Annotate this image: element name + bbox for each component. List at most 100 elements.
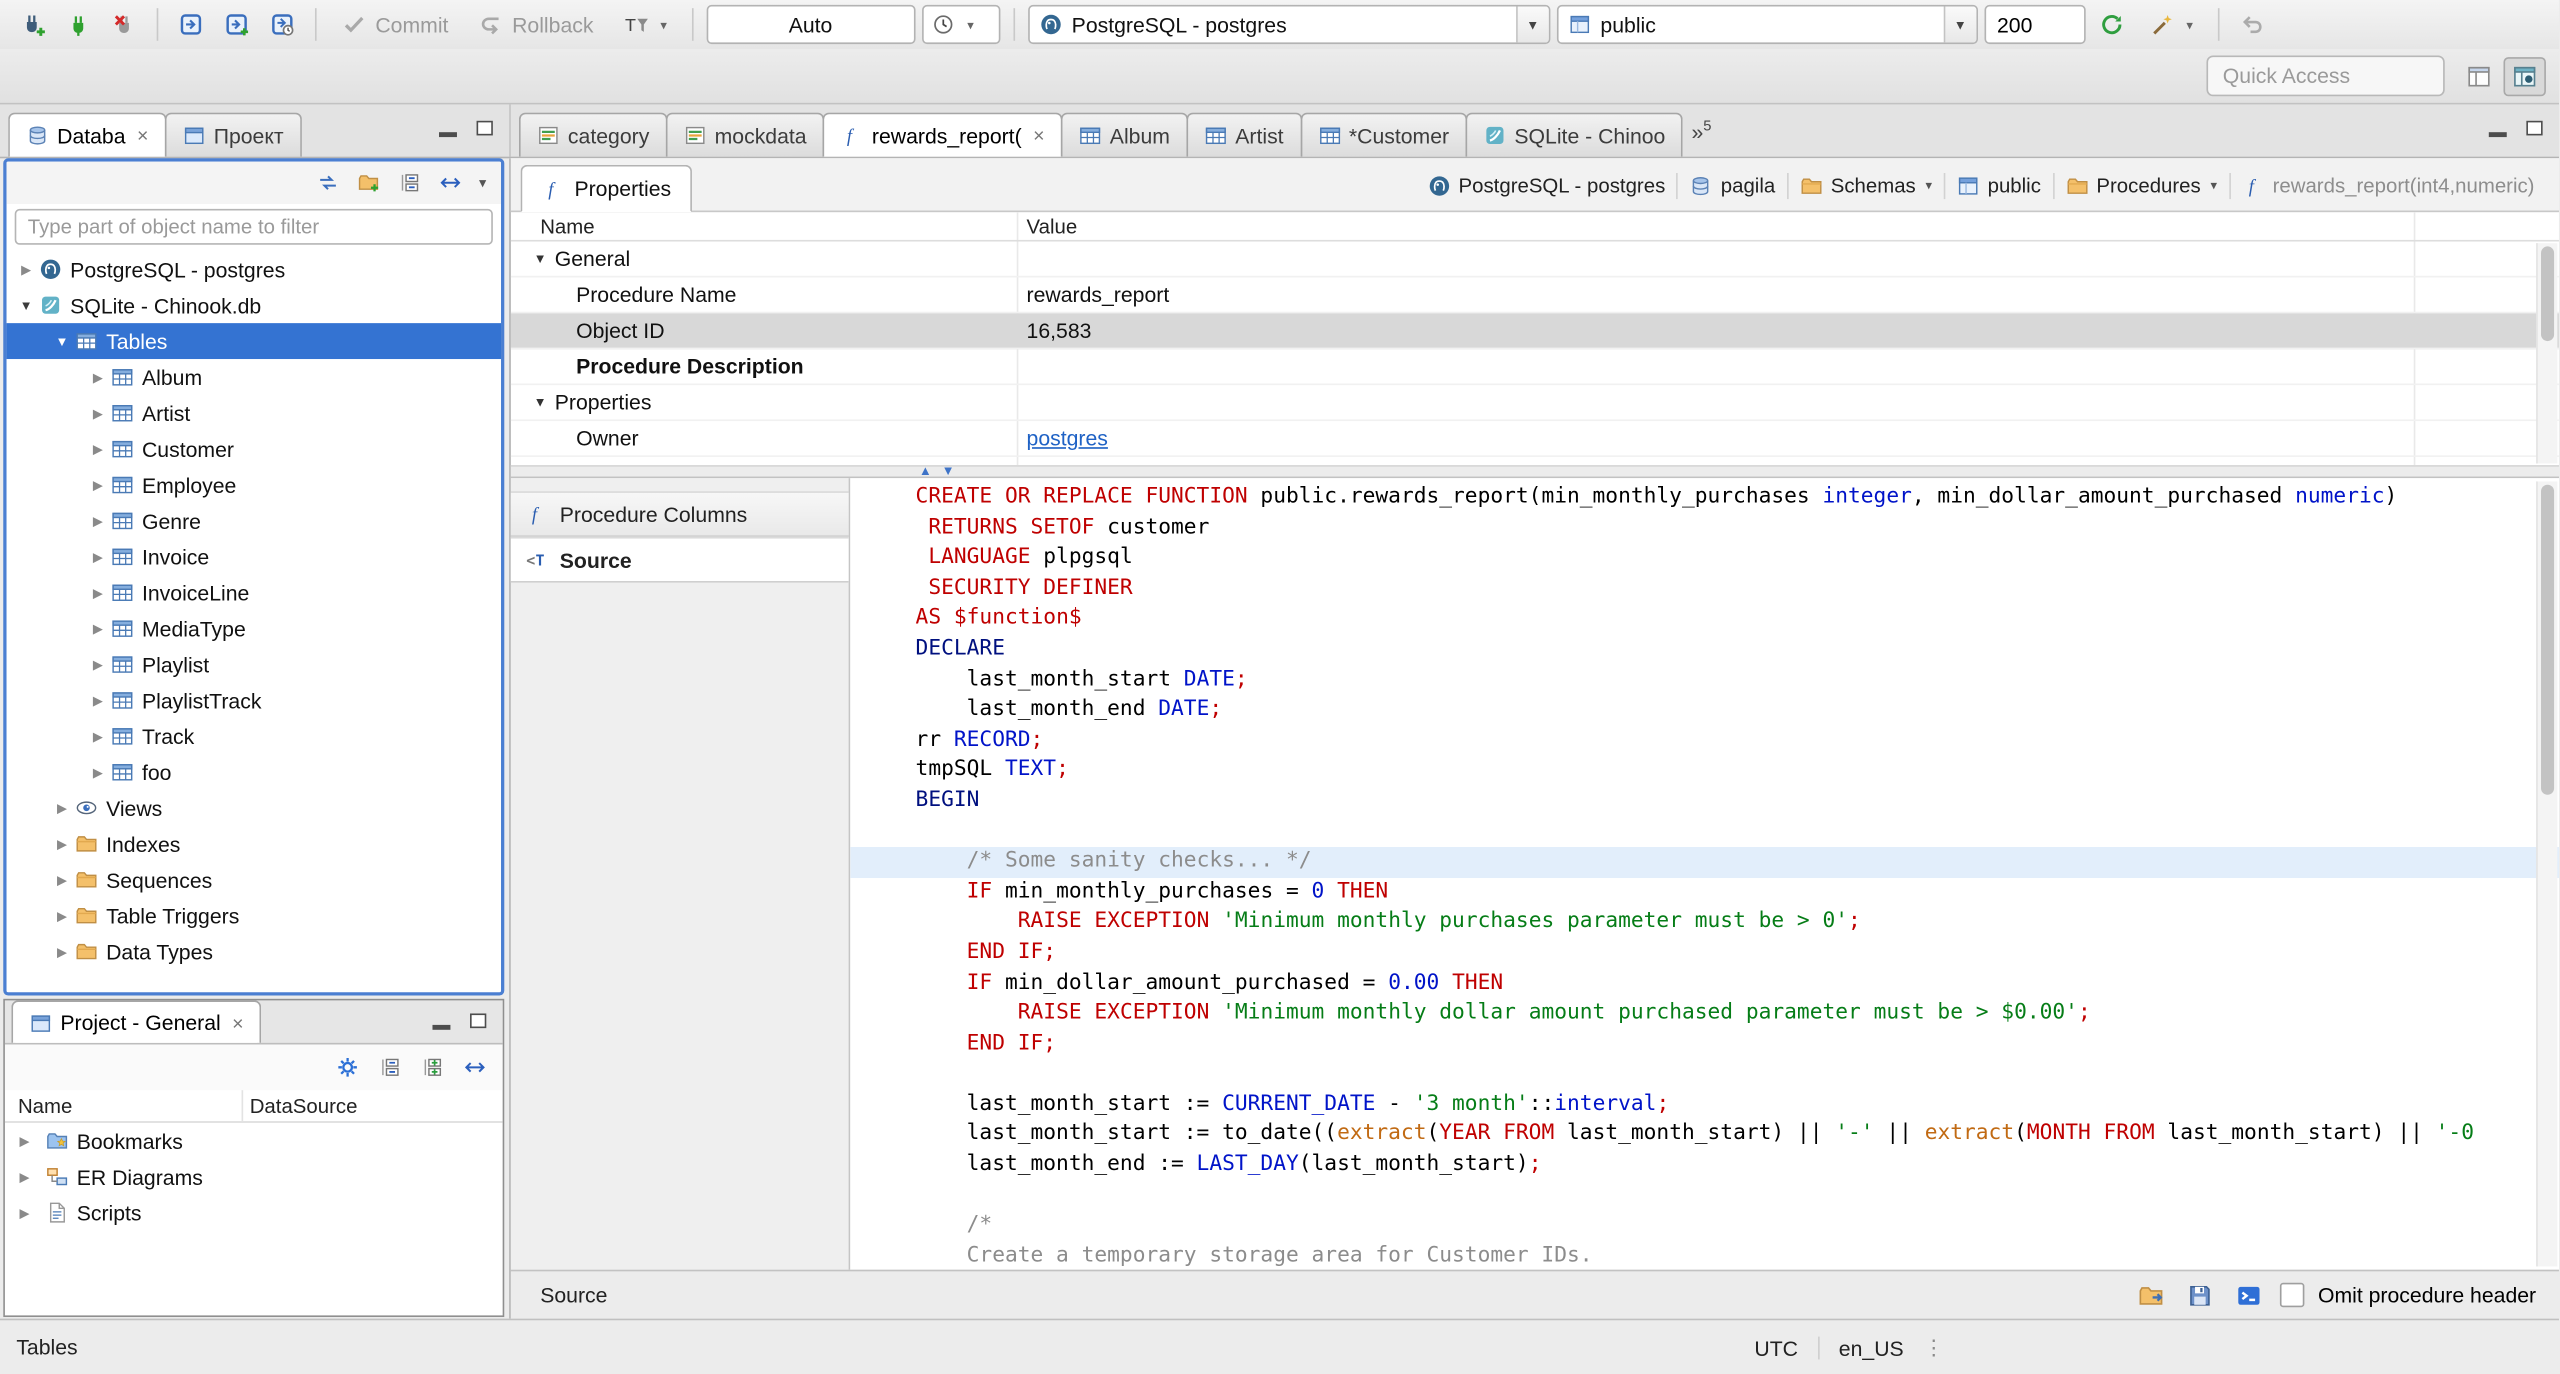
code-line[interactable]: RAISE EXCEPTION 'Minimum monthly dollar … (850, 999, 2559, 1029)
quick-access-input[interactable] (2206, 55, 2445, 97)
dbeaver-perspective-button[interactable] (2503, 57, 2546, 97)
expand-arrow-icon[interactable]: ▶ (88, 513, 108, 528)
chevron-down-icon[interactable]: ▾ (1926, 178, 1933, 193)
close-icon[interactable]: × (232, 1011, 243, 1034)
editor-tab-artist[interactable]: Artist (1186, 112, 1302, 157)
code-line[interactable]: AS $function$ (850, 604, 2559, 634)
open-perspective-button[interactable] (2458, 57, 2500, 96)
code-line[interactable]: RETURNS SETOF customer (850, 513, 2559, 543)
timezone-label[interactable]: UTC (1754, 1336, 1798, 1360)
chevron-down-icon[interactable]: ▾ (2211, 178, 2218, 193)
settings-button[interactable] (330, 1049, 366, 1085)
collapse-arrow-icon[interactable]: ▼ (52, 334, 72, 349)
property-row-procedure-description[interactable]: Procedure Description (510, 349, 2559, 386)
tree-item-postgresql-postgres[interactable]: ▶ PostgreSQL - postgres (7, 251, 501, 287)
tree-item-invoice[interactable]: ▶ Invoice (7, 539, 501, 575)
tree-item-table-triggers[interactable]: ▶ Table Triggers (7, 898, 501, 934)
new-folder-button[interactable] (352, 165, 388, 201)
project-item-scripts[interactable]: ▶ Scripts (5, 1195, 503, 1231)
code-line[interactable] (850, 817, 2559, 847)
editor-tab-sqlite-chinoo[interactable]: SQLite - Chinoo (1465, 112, 1684, 157)
expand-arrow-icon[interactable]: ▶ (88, 441, 108, 456)
scrollbar-thumb[interactable] (2541, 484, 2555, 795)
tree-item-track[interactable]: ▶ Track (7, 718, 501, 754)
minimize-icon[interactable] (432, 1024, 451, 1029)
expand-arrow-icon[interactable]: ▶ (88, 477, 108, 492)
side-tab-procedure-columns[interactable]: f Procedure Columns (510, 491, 849, 537)
code-line[interactable]: CREATE OR REPLACE FUNCTION public.reward… (850, 483, 2559, 513)
dropdown-arrow-icon[interactable]: ▼ (1943, 6, 1976, 43)
refresh-button[interactable] (2092, 5, 2131, 44)
code-line[interactable]: /* (850, 1211, 2559, 1241)
tree-item-employee[interactable]: ▶ Employee (7, 467, 501, 503)
expand-arrow-icon[interactable]: ▶ (52, 944, 72, 959)
transaction-mode-button[interactable]: T ▾ (611, 5, 678, 44)
breadcrumb-item-public[interactable]: public (1945, 174, 2052, 197)
new-sql-editor-button[interactable] (217, 5, 256, 44)
column-divider[interactable] (241, 1090, 244, 1122)
open-sql-console-button[interactable] (2231, 1277, 2267, 1313)
code-line[interactable]: RAISE EXCEPTION 'Minimum monthly purchas… (850, 908, 2559, 938)
expand-arrow-icon[interactable]: ▶ (88, 549, 108, 564)
property-row-properties[interactable]: ▼ Properties (510, 385, 2559, 422)
commit-mode-select[interactable]: Auto (706, 4, 915, 45)
source-code-editor[interactable]: CREATE OR REPLACE FUNCTION public.reward… (850, 478, 2559, 1270)
editor-tab-customer[interactable]: *Customer (1299, 112, 1468, 157)
expand-arrow-icon[interactable]: ▶ (88, 729, 108, 744)
expand-arrow-icon[interactable]: ▶ (88, 585, 108, 600)
tree-item-customer[interactable]: ▶ Customer (7, 431, 501, 467)
code-line[interactable]: last_month_end := LAST_DAY(last_month_st… (850, 1151, 2559, 1181)
tree-item-album[interactable]: ▶ Album (7, 359, 501, 395)
column-header-name[interactable]: Name (540, 215, 594, 238)
editor-tab-category[interactable]: category (518, 112, 668, 157)
code-line[interactable]: last_month_start := to_date((extract(YEA… (850, 1120, 2559, 1150)
expand-arrow-icon[interactable]: ▶ (15, 1133, 35, 1148)
close-icon[interactable]: × (137, 124, 148, 147)
maximize-icon[interactable] (2526, 121, 2543, 136)
expand-all-button[interactable] (415, 1049, 451, 1085)
tree-item-mediatype[interactable]: ▶ MediaType (7, 610, 501, 646)
tab-properties[interactable]: f Properties (520, 164, 693, 213)
omit-procedure-header-checkbox[interactable] (2280, 1282, 2305, 1308)
tree-item-playlisttrack[interactable]: ▶ PlaylistTrack (7, 682, 501, 718)
tab-project-general[interactable]: Project - General × (11, 1000, 262, 1043)
property-row-owner[interactable]: Owner postgres (510, 421, 2559, 457)
collapse-arrow-icon[interactable]: ▼ (534, 395, 547, 410)
code-scrollbar[interactable] (2536, 481, 2558, 1267)
connect-button[interactable] (59, 5, 98, 44)
link-with-editor-button[interactable] (311, 165, 347, 201)
undo-button[interactable] (2232, 5, 2271, 44)
tree-item-indexes[interactable]: ▶ Indexes (7, 826, 501, 862)
expand-arrow-icon[interactable]: ▶ (52, 836, 72, 851)
tree-item-tables[interactable]: ▼ Tables (6, 323, 502, 360)
maximize-icon[interactable] (476, 121, 493, 136)
editor-tab-album[interactable]: Album (1060, 112, 1188, 157)
sidebar-tab-databa[interactable]: Databa × (8, 112, 167, 157)
project-item-bookmarks[interactable]: ▶ Bookmarks (5, 1123, 503, 1159)
property-row-procedure-name[interactable]: Procedure Name rewards_report (510, 277, 2559, 314)
code-line[interactable]: DECLARE (850, 635, 2559, 665)
expand-arrow-icon[interactable]: ▶ (52, 872, 72, 887)
split-sash[interactable]: ▲ ▼ (510, 463, 2559, 479)
collapse-arrow-icon[interactable]: ▼ (534, 251, 547, 266)
locale-label[interactable]: en_US (1839, 1336, 1904, 1360)
code-line[interactable] (850, 1060, 2559, 1090)
sync-selection-button[interactable] (433, 165, 469, 201)
expand-arrow-icon[interactable]: ▶ (52, 800, 72, 815)
code-line[interactable]: last_month_end DATE; (850, 695, 2559, 725)
dropdown-arrow-icon[interactable]: ▼ (1515, 6, 1549, 43)
code-line[interactable]: LANGUAGE plpgsql (850, 544, 2559, 574)
load-from-file-button[interactable] (2134, 1277, 2170, 1313)
expand-arrow-icon[interactable]: ▶ (16, 262, 36, 277)
new-connection-button[interactable] (13, 5, 52, 44)
code-line[interactable]: END IF; (850, 938, 2559, 968)
owner-link[interactable]: postgres (1027, 426, 1108, 450)
code-line[interactable]: END IF; (850, 1029, 2559, 1059)
expand-arrow-icon[interactable]: ▶ (15, 1205, 35, 1220)
auto-completion-button[interactable]: ▾ (2137, 5, 2204, 44)
editor-tab-mockdata[interactable]: mockdata (665, 112, 825, 157)
properties-scrollbar[interactable] (2536, 243, 2558, 464)
column-header-value[interactable]: Value (1027, 215, 1078, 238)
minimize-icon[interactable] (439, 132, 457, 137)
expand-arrow-icon[interactable]: ▶ (52, 908, 72, 923)
